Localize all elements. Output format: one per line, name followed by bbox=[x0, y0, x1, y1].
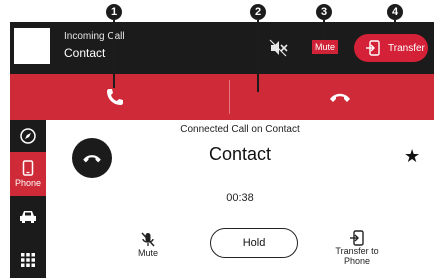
action-divider bbox=[229, 80, 230, 114]
answer-call-icon[interactable] bbox=[104, 86, 126, 108]
contact-name: Contact bbox=[208, 144, 272, 164]
transfer-to-phone-button[interactable]: Transfer to Phone bbox=[330, 230, 384, 266]
callout-1: 1 bbox=[106, 4, 122, 88]
call-duration: 00:38 bbox=[226, 192, 254, 204]
contact-avatar bbox=[14, 28, 50, 64]
nav-item-navigation[interactable] bbox=[10, 124, 46, 148]
car-icon bbox=[20, 211, 36, 223]
transfer-label: Transfer bbox=[388, 42, 425, 54]
star-icon[interactable]: ★ bbox=[404, 146, 420, 167]
transfer-to-phone-label: Transfer to Phone bbox=[335, 246, 379, 266]
incoming-contact-name: Contact bbox=[64, 46, 106, 60]
callout-2: 2 bbox=[250, 4, 266, 92]
mute-label: Mute bbox=[137, 248, 158, 258]
mute-status-badge: Mute bbox=[312, 40, 339, 54]
nav-phone-label: Phone bbox=[14, 178, 42, 188]
transfer-icon bbox=[366, 40, 380, 56]
grid-icon bbox=[21, 253, 35, 267]
transfer-icon bbox=[350, 230, 364, 246]
compass-icon bbox=[20, 128, 36, 144]
callout-3: 3 bbox=[316, 4, 332, 40]
phone-icon bbox=[22, 160, 34, 176]
call-action-row bbox=[10, 74, 434, 120]
callout-4: 4 bbox=[387, 4, 403, 34]
nav-item-phone[interactable]: Phone bbox=[10, 152, 46, 196]
nav-item-apps[interactable] bbox=[10, 246, 46, 274]
call-status-title: Connected Call on Contact bbox=[180, 124, 300, 135]
mute-button[interactable]: Mute bbox=[130, 232, 166, 258]
decline-call-icon[interactable] bbox=[328, 88, 352, 106]
hold-button[interactable]: Hold bbox=[210, 228, 298, 258]
speaker-muted-icon[interactable] bbox=[268, 38, 288, 58]
nav-item-vehicle[interactable] bbox=[10, 204, 46, 230]
mic-muted-icon bbox=[141, 232, 155, 247]
transfer-button[interactable]: Transfer bbox=[354, 34, 428, 62]
